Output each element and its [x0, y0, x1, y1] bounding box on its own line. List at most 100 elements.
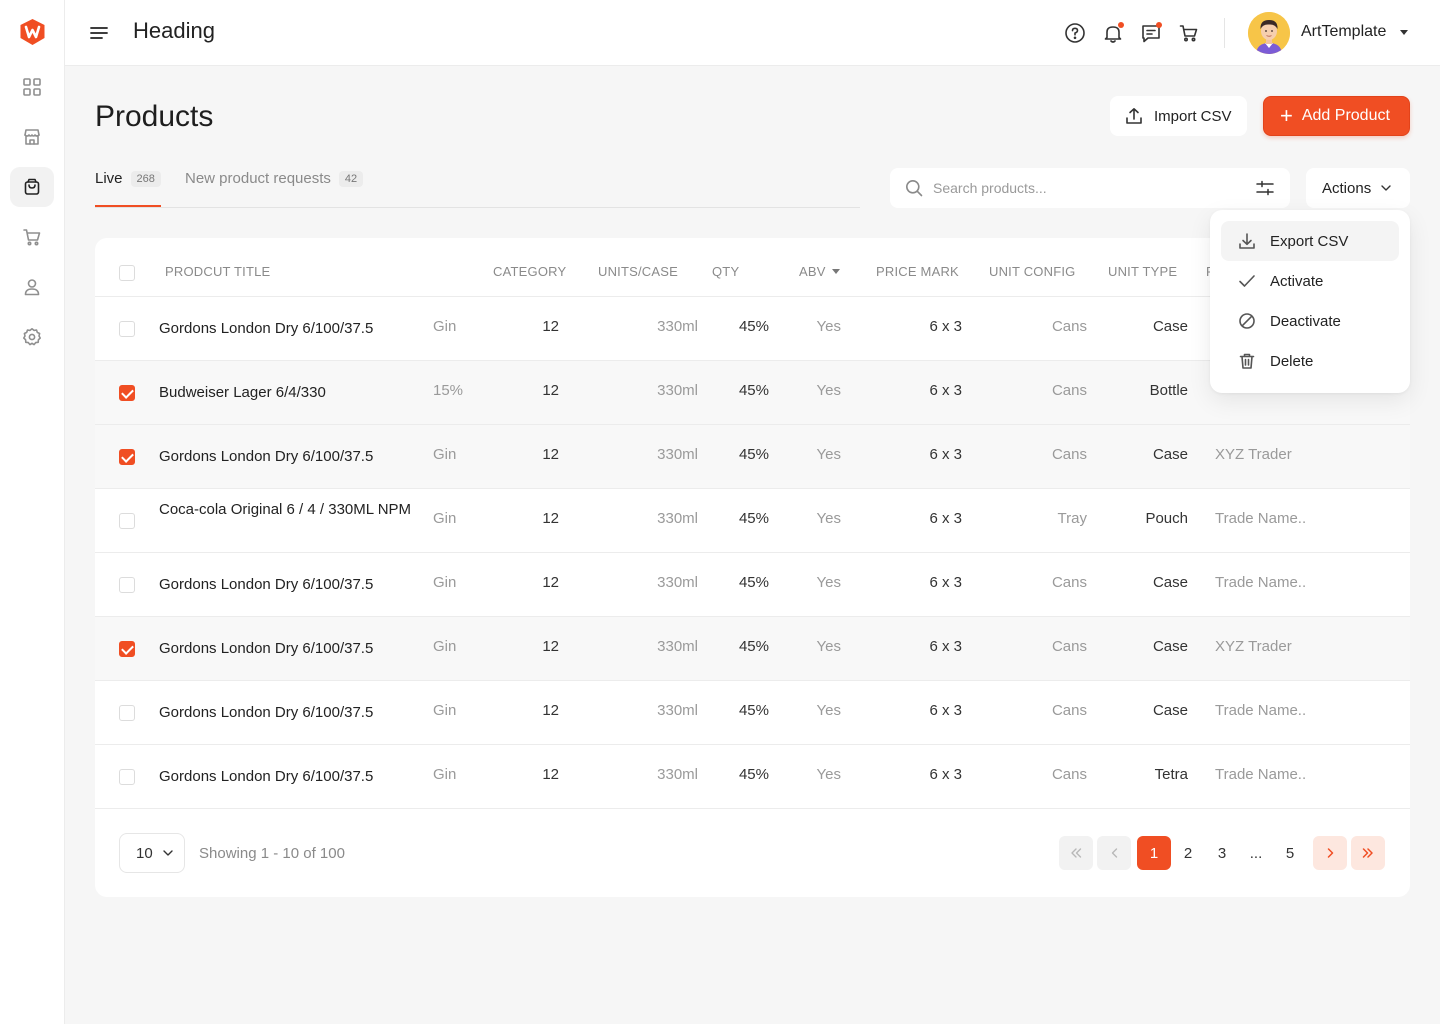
col-price-mark[interactable]: PRICE MARK: [876, 264, 959, 279]
upload-icon: [1126, 108, 1142, 124]
cell-trader: XYZ Trader: [1215, 446, 1292, 463]
message-dot: [1156, 22, 1162, 28]
avatar[interactable]: [1248, 12, 1290, 54]
cell-type: Case: [1152, 318, 1188, 335]
nav-users[interactable]: [10, 267, 54, 307]
header-divider: [1224, 18, 1225, 48]
search-input[interactable]: [933, 178, 1233, 198]
cell-type: Case: [1152, 702, 1188, 719]
bag-icon: [24, 178, 40, 195]
search-box: [890, 168, 1290, 208]
trash-icon: [1239, 353, 1255, 369]
page-button-1[interactable]: 1: [1137, 836, 1171, 870]
col-qty[interactable]: QTY: [712, 264, 739, 279]
prev-page-button[interactable]: [1097, 836, 1131, 870]
page-button-3[interactable]: 3: [1205, 836, 1239, 870]
header-title: Heading: [133, 18, 215, 43]
user-name[interactable]: ArtTemplate: [1301, 23, 1386, 41]
nav-settings[interactable]: [10, 317, 54, 357]
menu-icon[interactable]: [89, 22, 109, 44]
menu-activate-label: Activate: [1270, 272, 1324, 290]
next-page-button[interactable]: [1313, 836, 1347, 870]
col-abv[interactable]: ABV: [799, 264, 840, 279]
user-menu-caret-icon[interactable]: [1400, 30, 1408, 35]
nav-dashboard[interactable]: [10, 67, 54, 107]
messages-button[interactable]: [1140, 22, 1162, 44]
col-unit-type[interactable]: UNIT TYPE: [1108, 264, 1177, 279]
tab-new-requests-count: 42: [338, 170, 364, 187]
dashboard-icon: [23, 78, 41, 96]
col-abv-label: ABV: [799, 264, 826, 279]
table-row[interactable]: Gordons London Dry 6/100/37.5 Gin 12 330ml 4…: [95, 681, 1410, 745]
add-product-button[interactable]: + Add Product: [1263, 96, 1410, 136]
page-ellipsis: ...: [1249, 844, 1263, 862]
select-all-checkbox[interactable]: [119, 265, 135, 281]
tab-live-count: 268: [130, 170, 161, 187]
tab-active-indicator: [95, 205, 161, 207]
tab-live[interactable]: Live 268: [95, 170, 161, 187]
table-row[interactable]: Gordons London Dry 6/100/37.5 Gin 12 330ml 4…: [95, 553, 1410, 617]
sort-desc-icon: [831, 269, 840, 274]
table-row[interactable]: Gordons London Dry 6/100/37.5 Gin 12 330ml 4…: [95, 745, 1410, 809]
first-page-button[interactable]: [1059, 836, 1093, 870]
notification-dot: [1118, 22, 1124, 28]
chevrons-left-icon: [1071, 848, 1082, 858]
chevrons-right-icon: [1362, 848, 1373, 858]
nav-store[interactable]: [10, 117, 54, 157]
tab-new-requests-label: New product requests: [185, 170, 331, 187]
store-icon: [24, 129, 40, 145]
help-icon: [1065, 23, 1085, 43]
avatar-illustration: [1248, 12, 1290, 54]
last-page-button[interactable]: [1351, 836, 1385, 870]
notifications-button[interactable]: [1102, 22, 1124, 44]
cell-type: Bottle: [1149, 382, 1188, 399]
cell-trader: XYZ Trader: [1215, 638, 1292, 655]
import-csv-button[interactable]: Import CSV: [1110, 96, 1247, 136]
pagination-info: Showing 1 - 10 of 100: [199, 845, 345, 862]
check-icon: [1239, 275, 1255, 287]
cell-trader: Trade Name..: [1215, 766, 1307, 783]
nav-cart[interactable]: [10, 217, 54, 257]
chevron-right-icon: [1327, 848, 1333, 858]
menu-delete-label: Delete: [1270, 352, 1314, 370]
cell-type: Pouch: [1145, 510, 1188, 527]
actions-button[interactable]: Actions: [1306, 168, 1410, 208]
download-icon: [1239, 233, 1255, 249]
filter-icon[interactable]: [1255, 179, 1275, 197]
user-icon: [24, 279, 40, 296]
cart-icon: [1179, 25, 1198, 42]
tabs-divider: [95, 207, 860, 208]
settings-icon: [23, 328, 41, 346]
page-size-select[interactable]: 10: [119, 833, 185, 873]
page-button-5[interactable]: 5: [1273, 836, 1307, 870]
col-units-case[interactable]: UNITS/CASE: [598, 264, 678, 279]
help-button[interactable]: [1064, 22, 1086, 44]
menu-delete[interactable]: Delete: [1221, 341, 1399, 381]
table-row[interactable]: Gordons London Dry 6/100/37.5 Gin 12 330ml 4…: [95, 617, 1410, 681]
nav-products[interactable]: [10, 167, 54, 207]
tab-new-requests[interactable]: New product requests 42: [185, 170, 364, 187]
menu-activate[interactable]: Activate: [1221, 261, 1399, 301]
table-row[interactable]: Coca-cola Original 6 / 4 / 330ML NPM Gin 1…: [95, 489, 1410, 553]
menu-deactivate[interactable]: Deactivate: [1221, 301, 1399, 341]
cart-icon: [23, 229, 41, 246]
table-row[interactable]: Gordons London Dry 6/100/37.5 Gin 12 330ml 4…: [95, 425, 1410, 489]
col-product-title[interactable]: PRODCUT TITLE: [165, 264, 270, 279]
top-header: Heading ArtTemplate: [65, 0, 1440, 66]
add-product-label: Add Product: [1301, 107, 1390, 124]
cell-trader: Trade Name..: [1215, 510, 1307, 527]
page-size-value: 10: [136, 844, 153, 862]
col-unit-config[interactable]: UNIT CONFIG: [989, 264, 1075, 279]
page-title: Products: [95, 100, 214, 133]
menu-deactivate-label: Deactivate: [1270, 312, 1341, 330]
cell-type: Case: [1152, 574, 1188, 591]
cart-button[interactable]: [1178, 22, 1200, 44]
import-csv-label: Import CSV: [1154, 107, 1232, 125]
menu-export-csv[interactable]: Export CSV: [1221, 221, 1399, 261]
page-button-2[interactable]: 2: [1171, 836, 1205, 870]
plus-icon: +: [1280, 103, 1293, 128]
tab-live-label: Live: [95, 170, 123, 187]
menu-export-csv-label: Export CSV: [1270, 232, 1349, 250]
chevron-down-icon: [1381, 185, 1391, 191]
col-category[interactable]: CATEGORY: [493, 264, 566, 279]
